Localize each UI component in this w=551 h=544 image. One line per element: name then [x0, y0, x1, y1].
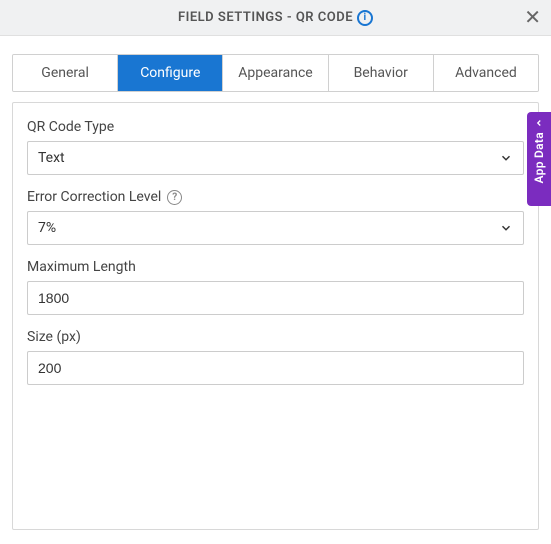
tabs: General Configure Appearance Behavior Ad…: [12, 54, 539, 92]
label-max-length-text: Maximum Length: [27, 259, 136, 275]
select-error-correction-value: 7%: [38, 220, 56, 236]
chevron-down-icon: [499, 221, 513, 235]
label-size-text: Size (px): [27, 329, 81, 345]
select-error-correction[interactable]: 7%: [27, 211, 524, 245]
content-panel: QR Code Type Text Error Correction Level…: [12, 102, 539, 530]
label-error-correction: Error Correction Level ?: [27, 189, 524, 205]
close-icon: ✕: [524, 7, 541, 29]
chevron-down-icon: [499, 151, 513, 165]
side-tab-label: App Data: [532, 132, 546, 183]
tab-general[interactable]: General: [13, 55, 118, 91]
side-tab-app-data[interactable]: App Data: [527, 112, 551, 206]
field-max-length: Maximum Length: [27, 259, 524, 315]
chevron-left-icon: [534, 118, 544, 128]
label-qr-code-type: QR Code Type: [27, 119, 524, 135]
tab-behavior[interactable]: Behavior: [329, 55, 434, 91]
input-max-length[interactable]: [27, 281, 524, 315]
tab-advanced[interactable]: Advanced: [434, 55, 538, 91]
tab-appearance[interactable]: Appearance: [223, 55, 328, 91]
dialog-title: FIELD SETTINGS - QR CODE: [178, 10, 353, 25]
input-size[interactable]: [27, 351, 524, 385]
tabs-container: General Configure Appearance Behavior Ad…: [0, 36, 551, 102]
label-error-correction-text: Error Correction Level: [27, 189, 161, 205]
field-error-correction: Error Correction Level ? 7%: [27, 189, 524, 245]
dialog-title-wrapper: FIELD SETTINGS - QR CODE i: [178, 10, 373, 26]
field-qr-code-type: QR Code Type Text: [27, 119, 524, 175]
info-icon[interactable]: i: [357, 10, 373, 26]
field-size: Size (px): [27, 329, 524, 385]
label-max-length: Maximum Length: [27, 259, 524, 275]
select-qr-code-type[interactable]: Text: [27, 141, 524, 175]
label-qr-code-type-text: QR Code Type: [27, 119, 114, 135]
help-icon[interactable]: ?: [167, 190, 182, 205]
label-size: Size (px): [27, 329, 524, 345]
dialog-header: FIELD SETTINGS - QR CODE i ✕: [0, 0, 551, 36]
tab-configure[interactable]: Configure: [118, 55, 223, 91]
select-qr-code-type-value: Text: [38, 150, 65, 166]
close-button[interactable]: ✕: [524, 8, 541, 28]
